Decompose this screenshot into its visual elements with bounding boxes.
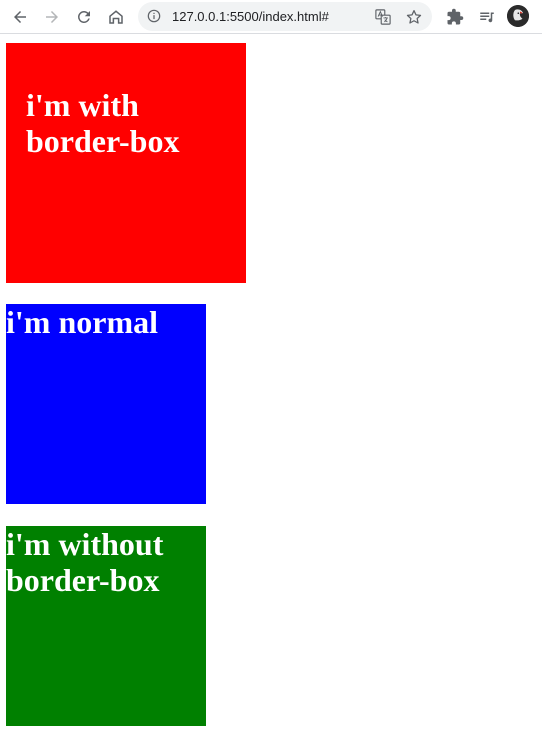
home-icon	[109, 10, 123, 24]
normal-box-blue: i'm normal	[6, 304, 206, 504]
url-text[interactable]: 127.0.0.1:5500/index.html#	[172, 8, 329, 26]
reload-icon	[77, 10, 90, 23]
arrow-right-icon	[46, 11, 58, 23]
content-box-label: i'm without border-box	[6, 526, 164, 598]
border-box-red: i'm with border-box	[6, 43, 246, 283]
media-control-button[interactable]	[475, 5, 499, 29]
queue-music-icon	[480, 12, 494, 23]
bookmark-star-icon[interactable]	[405, 8, 423, 26]
back-button[interactable]	[8, 5, 32, 29]
avatar-icon	[507, 5, 529, 27]
border-box-label: i'm with border-box	[26, 87, 180, 159]
info-icon[interactable]	[146, 8, 162, 24]
forward-button[interactable]	[40, 5, 64, 29]
browser-toolbar: 127.0.0.1:5500/index.html#	[0, 0, 542, 34]
address-bar[interactable]: 127.0.0.1:5500/index.html#	[138, 2, 432, 31]
puzzle-piece-icon	[447, 8, 464, 25]
arrow-left-icon	[14, 11, 26, 23]
translate-icon[interactable]	[374, 8, 392, 26]
normal-box-label: i'm normal	[6, 304, 158, 340]
home-button[interactable]	[104, 5, 128, 29]
extensions-button[interactable]	[443, 5, 467, 29]
profile-avatar[interactable]	[507, 5, 529, 27]
content-box-green: i'm without border-box	[6, 526, 206, 726]
reload-button[interactable]	[72, 5, 96, 29]
